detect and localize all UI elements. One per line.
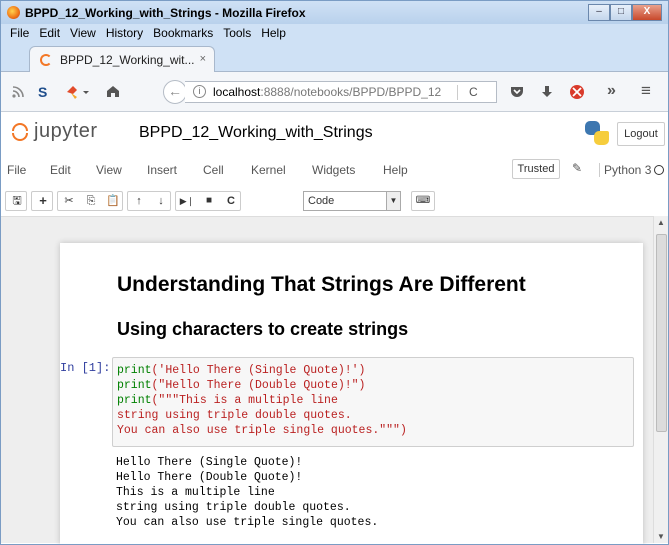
paste-icon[interactable]: 📋 [102, 192, 124, 210]
url-path: :8888/notebooks/BPPD/BPPD_12 [260, 85, 442, 99]
python-logo-icon [585, 121, 609, 145]
firefox-icon [7, 6, 20, 19]
save-icon: 🖫 [12, 195, 22, 207]
run-icon[interactable]: ▶❘ [176, 192, 198, 210]
vertical-scrollbar[interactable]: ▲ ▼ [653, 216, 668, 543]
menu-tools[interactable]: Tools [218, 24, 256, 42]
logout-button[interactable]: Logout [617, 122, 665, 146]
menu-view[interactable]: View [65, 24, 101, 42]
navigation-bar: S ← i localhost:8888/notebooks/BPPD/BPPD… [0, 72, 669, 112]
menu-file[interactable]: File [5, 24, 34, 42]
notebook-container: Understanding That Strings Are Different… [60, 243, 643, 545]
jmenu-kernel[interactable]: Kernel [251, 163, 286, 177]
window-title: BPPD_12_Working_with_Strings - Mozilla F… [25, 6, 306, 20]
heading-1: Understanding That Strings Are Different [117, 273, 526, 296]
skype-s-icon[interactable]: S [35, 84, 51, 100]
jmenu-insert[interactable]: Insert [147, 163, 177, 177]
overflow-icon[interactable]: » [607, 82, 616, 100]
save-button[interactable]: 🖫 [5, 191, 27, 211]
tab-close-icon[interactable]: × [200, 53, 206, 65]
jupyter-logo-icon[interactable] [12, 123, 28, 141]
move-down-icon[interactable]: ↓ [150, 192, 172, 210]
jmenu-edit[interactable]: Edit [50, 163, 71, 177]
cut-icon[interactable]: ✂ [58, 192, 80, 210]
jupyter-wordmark[interactable]: jupyter [34, 120, 98, 143]
insert-cell-button[interactable]: + [31, 191, 53, 211]
jmenu-file[interactable]: File [7, 163, 26, 177]
code-cell-output: Hello There (Single Quote)! Hello There … [116, 456, 379, 529]
code-line: print('Hello There (Single Quote)!') [117, 364, 366, 377]
notebook-title[interactable]: BPPD_12_Working_with_Strings [139, 124, 373, 142]
jmenu-widgets[interactable]: Widgets [312, 163, 355, 177]
back-button[interactable]: ← [163, 80, 187, 104]
download-icon[interactable] [539, 84, 555, 100]
url-separator [457, 85, 458, 100]
notebook-area: Understanding That Strings Are Different… [1, 216, 653, 545]
restart-icon[interactable]: C [220, 192, 242, 210]
copy-icon[interactable]: ⎘ [80, 192, 102, 210]
home-icon[interactable] [105, 84, 121, 100]
url-bar[interactable]: i localhost:8888/notebooks/BPPD/BPPD_12 … [185, 81, 497, 103]
code-line: string using triple double quotes. [117, 409, 352, 422]
browser-menubar: File Edit View History Bookmarks Tools H… [0, 24, 669, 42]
maximize-button[interactable]: □ [610, 4, 632, 21]
run-button-group: ▶❘ ■ C [175, 191, 299, 211]
jmenu-view[interactable]: View [96, 163, 122, 177]
code-line: print("""This is a multiple line [117, 394, 338, 407]
cell-type-select[interactable]: Code ▼ [303, 191, 401, 211]
keyboard-icon: ⌨ [415, 195, 431, 206]
addon-icon[interactable] [65, 84, 91, 100]
info-icon[interactable]: i [193, 85, 206, 98]
hamburger-menu-icon[interactable]: ≡ [641, 81, 651, 101]
jupyter-toolbar: 🖫 + ✂ ⎘ 📋 ↑ ↓ ▶❘ ■ C Code ▼ ⌨ [1, 187, 668, 215]
menu-history[interactable]: History [101, 24, 148, 42]
svg-text:S: S [38, 84, 47, 100]
jupyter-tab-icon [40, 54, 52, 66]
move-button-group: ↑ ↓ [127, 191, 171, 211]
jupyter-header: jupyter BPPD_12_Working_with_Strings Log… [1, 113, 668, 153]
input-prompt: In [1]: [60, 361, 111, 375]
plus-icon: + [39, 193, 47, 208]
move-up-icon[interactable]: ↑ [128, 192, 150, 210]
pocket-icon[interactable] [509, 84, 525, 100]
rss-icon[interactable] [11, 85, 25, 99]
cell-type-value: Code [308, 195, 335, 207]
scroll-down-icon[interactable]: ▼ [657, 532, 665, 541]
code-line: You can also use triple single quotes.""… [117, 424, 407, 437]
url-host: localhost [213, 85, 261, 99]
kernel-status-icon [654, 165, 664, 175]
command-palette-button[interactable]: ⌨ [411, 191, 435, 211]
stop-icon[interactable]: ■ [198, 192, 220, 210]
scrollbar-thumb[interactable] [656, 234, 667, 432]
heading-2: Using characters to create strings [117, 319, 409, 339]
trusted-badge[interactable]: Trusted [512, 159, 560, 179]
adblock-icon[interactable] [568, 83, 586, 101]
minimize-button[interactable]: – [588, 4, 610, 21]
tab-label: BPPD_12_Working_wit... [60, 53, 195, 67]
tab-strip: BPPD_12_Working_wit... × [0, 42, 669, 73]
reload-icon[interactable]: C [469, 85, 478, 99]
kernel-name: Python 3 [599, 163, 651, 177]
window-titlebar: BPPD_12_Working_with_Strings - Mozilla F… [0, 0, 669, 24]
jmenu-help[interactable]: Help [383, 163, 408, 177]
menu-edit[interactable]: Edit [34, 24, 65, 42]
scroll-up-icon[interactable]: ▲ [657, 218, 665, 227]
close-window-button[interactable]: X [632, 4, 662, 21]
code-line: print("Hello There (Double Quote)!") [117, 379, 366, 392]
window-controls: – □ X [588, 4, 662, 21]
code-cell-input[interactable]: print('Hello There (Single Quote)!') prin… [112, 357, 634, 447]
browser-tab[interactable]: BPPD_12_Working_wit... × [29, 46, 215, 73]
clipboard-button-group: ✂ ⎘ 📋 [57, 191, 123, 211]
pencil-icon[interactable]: ✎ [572, 161, 582, 175]
menu-help[interactable]: Help [256, 24, 291, 42]
jmenu-cell[interactable]: Cell [203, 163, 224, 177]
menu-bookmarks[interactable]: Bookmarks [148, 24, 218, 42]
jupyter-menubar: File Edit View Insert Cell Kernel Widget… [1, 155, 668, 185]
run-controls: ▶❘ ■ C [175, 191, 241, 211]
chevron-down-icon[interactable]: ▼ [386, 192, 400, 210]
url-text[interactable]: localhost:8888/notebooks/BPPD/BPPD_12 [213, 85, 453, 99]
